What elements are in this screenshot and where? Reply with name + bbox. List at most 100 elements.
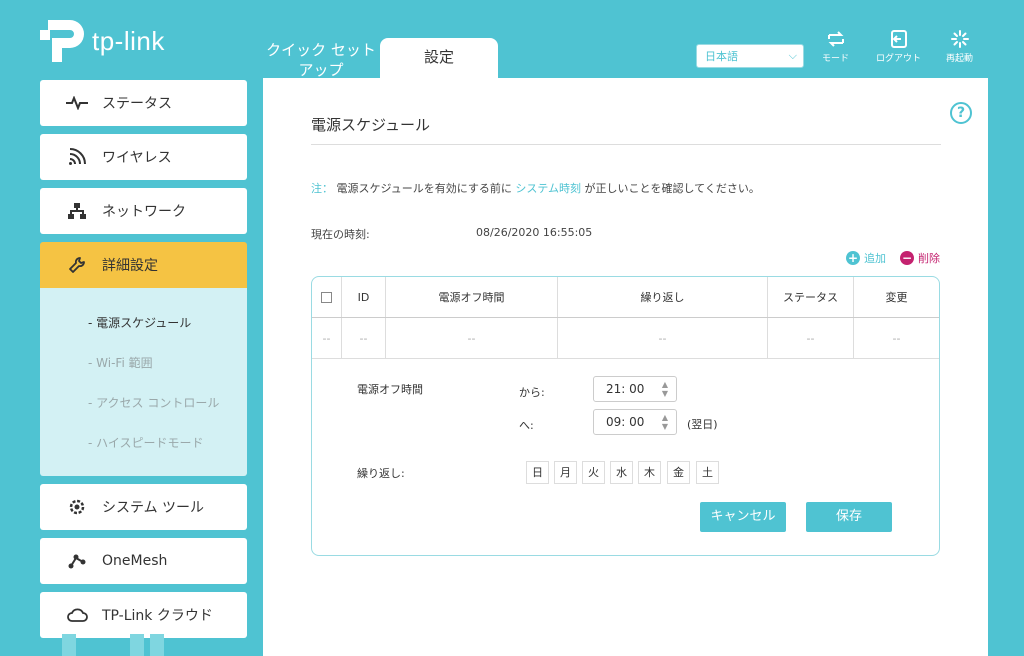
advanced-submenu: - 電源スケジュール - Wi-Fi 範囲 - アクセス コントロール - ハイ… [40,288,247,476]
day-fri[interactable]: 金 [667,461,690,484]
schedule-table: ID 電源オフ時間 繰り返し ステータス 変更 -- -- -- -- -- -… [311,276,940,556]
tab-settings[interactable]: 設定 [380,38,498,78]
off-time-label: 電源オフ時間 [357,383,423,396]
table-cell: -- [312,318,342,358]
language-value: 日本語 [705,50,738,63]
select-all-checkbox[interactable] [321,291,332,303]
logout-button[interactable]: ログアウト [876,30,921,64]
header-off-time: 電源オフ時間 [386,277,558,317]
note-prefix: 注： [311,182,333,195]
to-time-value: 09: 00 [606,415,645,429]
sidebar-item-network[interactable]: ネットワーク [40,188,247,234]
title-divider [311,144,941,145]
sidebar-item-label: ステータス [102,96,172,112]
pulse-icon [66,96,88,110]
sidebar-item-label: ワイヤレス [102,150,172,166]
sub-item-access-control[interactable]: - アクセス コントロール [40,388,247,428]
from-label: から: [519,386,545,399]
reboot-label: 再起動 [946,54,974,64]
mesh-icon [66,552,88,570]
sidebar-item-label: OneMesh [102,553,168,569]
header-repeat: 繰り返し [558,277,768,317]
day-sat[interactable]: 土 [696,461,719,484]
decorative-stripe [150,634,164,656]
note-text-1: 電源スケジュールを有効にする前に [336,182,512,195]
sub-item-power-schedule[interactable]: - 電源スケジュール [40,308,247,348]
from-time-value: 21: 00 [606,382,645,396]
decorative-stripe [62,634,76,656]
table-header: ID 電源オフ時間 繰り返し ステータス 変更 [312,277,939,318]
gear-icon [66,498,88,516]
decorative-stripe [130,634,144,656]
network-icon [66,202,88,220]
logout-icon [890,30,907,48]
stepper-arrows-icon[interactable]: ▲ ▼ [662,413,668,431]
page-title: 電源スケジュール [311,116,430,134]
table-row: -- -- -- -- -- -- [312,318,939,359]
delete-button[interactable]: − 削除 [900,250,940,266]
sub-item-high-speed-mode[interactable]: - ハイスピードモード [40,428,247,468]
repeat-label: 繰り返し: [357,467,405,480]
mode-label: モード [822,54,850,64]
sidebar-item-label: ネットワーク [102,204,186,220]
header-modify: 変更 [885,291,908,304]
current-time-label: 現在の時刻: [311,228,370,241]
note-text: 注： 電源スケジュールを有効にする前に システム時刻 が正しいことを確認してくだ… [311,180,760,196]
table-cell: -- [768,318,854,358]
chevron-down-icon: ⌵ [788,49,797,62]
header-id: ID [342,277,386,317]
sidebar-item-label: TP-Link クラウド [102,608,213,624]
sidebar-item-status[interactable]: ステータス [40,80,247,126]
cloud-icon [66,607,88,623]
day-thu[interactable]: 木 [638,461,661,484]
day-wed[interactable]: 水 [610,461,633,484]
reboot-button[interactable]: 再起動 [946,30,973,64]
current-time-row: 現在の時刻: 08/26/2020 16:55:05 [311,226,592,242]
day-mon[interactable]: 月 [554,461,577,484]
table-cell: -- [892,331,901,345]
mode-icon [827,31,844,47]
from-time-input[interactable]: 21: 00 ▲ ▼ [593,376,677,402]
header-status: ステータス [768,277,854,317]
system-time-link[interactable]: システム時刻 [515,182,581,195]
plus-icon: + [846,251,860,265]
save-button[interactable]: 保存 [806,502,892,532]
tab-quick-setup[interactable]: クイック セット アップ [262,38,380,79]
sidebar-item-label: システム ツール [102,500,205,516]
mode-button[interactable]: モード [822,30,849,64]
current-time-value: 08/26/2020 16:55:05 [476,226,593,239]
sidebar-item-label: 詳細設定 [102,258,158,274]
sidebar-item-system-tools[interactable]: システム ツール [40,484,247,530]
table-cell: -- [386,318,558,358]
help-icon[interactable]: ? [950,102,972,124]
wifi-icon [66,148,88,166]
to-label: へ: [519,419,534,432]
main-panel: ? 電源スケジュール 注： 電源スケジュールを有効にする前に システム時刻 が正… [263,78,988,656]
delete-label: 削除 [918,252,940,265]
table-cell: -- [342,318,386,358]
reboot-icon [950,30,969,48]
sidebar-item-advanced[interactable]: 詳細設定 [40,242,247,288]
sidebar-item-cloud[interactable]: TP-Link クラウド [40,592,247,638]
sidebar: ステータス ワイヤレス ネットワーク 詳細設定 - 電源スケジュール - Wi-… [40,80,247,646]
table-cell: -- [558,318,768,358]
language-select[interactable]: 日本語 ⌵ [696,44,804,68]
stepper-arrows-icon[interactable]: ▲ ▼ [662,380,668,398]
to-time-input[interactable]: 09: 00 ▲ ▼ [593,409,677,435]
minus-icon: − [900,251,914,265]
sidebar-item-wireless[interactable]: ワイヤレス [40,134,247,180]
tp-link-logo: tp-link [40,18,165,64]
wrench-icon [66,256,88,274]
brand-name: tp-link [92,25,165,56]
note-text-2: が正しいことを確認してください。 [584,182,760,195]
logout-label: ログアウト [876,54,922,64]
sub-item-wifi-range[interactable]: - Wi-Fi 範囲 [40,348,247,388]
day-tue[interactable]: 火 [582,461,605,484]
tp-link-logo-icon [40,18,86,64]
day-sun[interactable]: 日 [526,461,549,484]
add-label: 追加 [864,252,886,265]
next-day-label: (翌日) [687,418,718,431]
add-button[interactable]: + 追加 [846,250,886,266]
sidebar-item-onemesh[interactable]: OneMesh [40,538,247,584]
cancel-button[interactable]: キャンセル [700,502,786,532]
